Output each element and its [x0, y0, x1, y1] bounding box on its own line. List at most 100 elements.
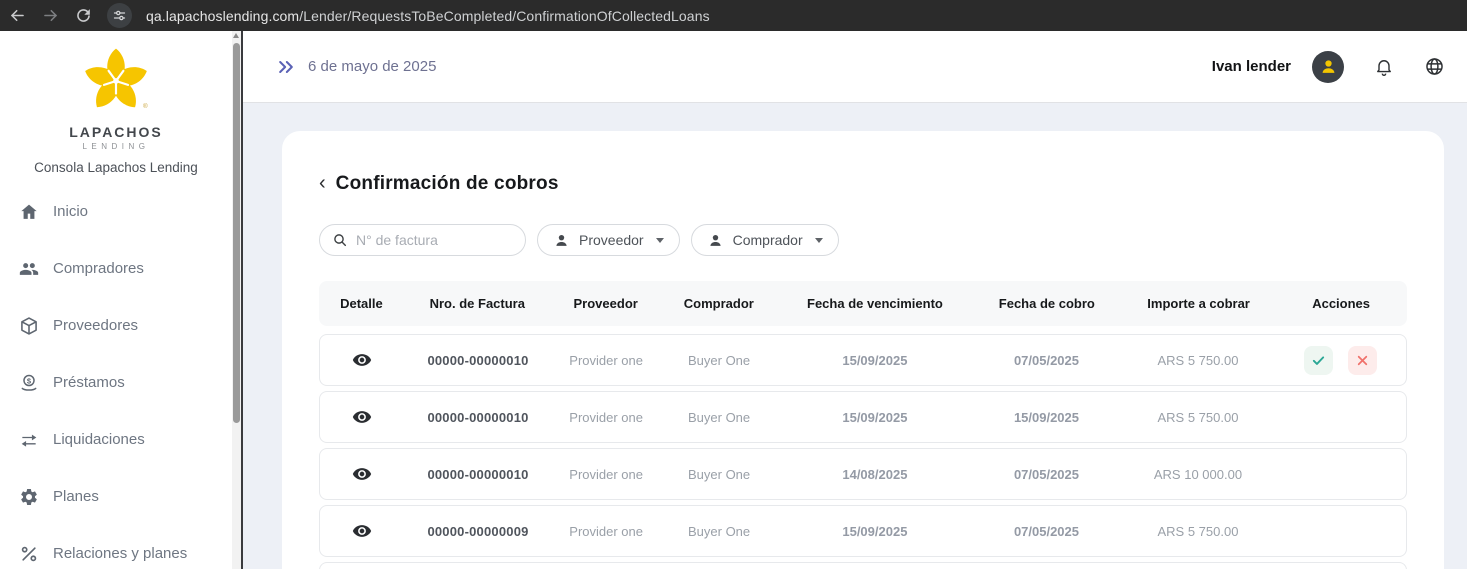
- row-actions: [1276, 346, 1405, 375]
- brand-logo: ® LAPACHOS LENDING: [0, 31, 232, 151]
- svg-text:$: $: [27, 376, 32, 385]
- page-content: ‹ Confirmación de cobros Proveedor: [243, 103, 1467, 569]
- buyer-name: Buyer One: [661, 410, 777, 425]
- provider-name: Provider one: [551, 410, 661, 425]
- view-detail-button[interactable]: [352, 521, 372, 541]
- notifications-button[interactable]: [1374, 57, 1394, 77]
- reload-icon[interactable]: [74, 6, 93, 25]
- chevron-down-icon: [656, 238, 664, 243]
- buyer-name: Buyer One: [661, 524, 777, 539]
- sidebar-scrollbar[interactable]: [232, 31, 241, 569]
- avatar-person-icon: [1319, 57, 1338, 76]
- sidebar-item-compradores[interactable]: Compradores: [0, 240, 232, 297]
- column-header: Nro. de Factura: [404, 296, 551, 311]
- approve-button[interactable]: [1304, 346, 1333, 375]
- eye-icon: [352, 464, 372, 484]
- collection-date: 07/05/2025: [973, 353, 1121, 368]
- view-detail-button[interactable]: [352, 350, 372, 370]
- back-icon[interactable]: [8, 6, 27, 25]
- close-icon: [1356, 354, 1369, 367]
- topbar: 6 de mayo de 2025 Ivan lender: [243, 31, 1467, 103]
- eye-icon: [352, 407, 372, 427]
- provider-name: Provider one: [551, 467, 661, 482]
- language-button[interactable]: [1424, 56, 1445, 77]
- date-selector[interactable]: 6 de mayo de 2025: [276, 57, 436, 77]
- forward-icon[interactable]: [41, 6, 60, 25]
- check-icon: [1311, 353, 1326, 368]
- due-date: 15/09/2025: [777, 353, 972, 368]
- provider-name: Provider one: [551, 353, 661, 368]
- brand-name: LAPACHOS: [0, 124, 232, 140]
- buyer-name: Buyer One: [661, 353, 777, 368]
- bell-icon: [1374, 57, 1394, 77]
- current-date: 6 de mayo de 2025: [308, 58, 436, 75]
- console-label: Consola Lapachos Lending: [0, 160, 232, 175]
- scrollbar-up-arrow[interactable]: [233, 33, 239, 38]
- amount: ARS 5 750.00: [1120, 410, 1275, 425]
- invoice-search[interactable]: [319, 224, 526, 256]
- invoice-number: 00000-00000010: [405, 353, 552, 368]
- sidebar-item-label: Compradores: [53, 260, 144, 277]
- column-header: Proveedor: [551, 296, 661, 311]
- table-row: 00000-00000010 Provider one Buyer One 14…: [319, 448, 1407, 500]
- sidebar-item-planes[interactable]: Planes: [0, 468, 232, 525]
- eye-icon: [352, 350, 372, 370]
- scrollbar-thumb[interactable]: [233, 43, 240, 423]
- site-settings-icon[interactable]: [107, 3, 132, 28]
- table-row: 00000-00000010 Provider one Buyer One 15…: [319, 334, 1407, 386]
- provider-name: Provider one: [551, 524, 661, 539]
- user-name: Ivan lender: [1212, 58, 1291, 75]
- providers-icon: [19, 316, 39, 336]
- table-header: Detalle Nro. de Factura Proveedor Compra…: [319, 281, 1407, 326]
- page-title: Confirmación de cobros: [336, 173, 559, 195]
- lapachos-flower-icon: ®: [79, 45, 153, 117]
- view-detail-button[interactable]: [352, 407, 372, 427]
- brand-subtitle: LENDING: [0, 142, 232, 151]
- home-icon: [19, 202, 39, 222]
- search-icon: [332, 232, 348, 248]
- table-row-partial: [319, 562, 1407, 569]
- double-chevron-icon[interactable]: [276, 57, 296, 77]
- sidebar-item-relaciones[interactable]: Relaciones y planes: [0, 525, 232, 569]
- table-body: 00000-00000010 Provider one Buyer One 15…: [319, 334, 1407, 557]
- plans-icon: [19, 487, 39, 507]
- person-icon: [707, 232, 724, 249]
- avatar[interactable]: [1312, 51, 1344, 83]
- column-header: Fecha de vencimiento: [777, 296, 973, 311]
- search-input[interactable]: [356, 232, 496, 248]
- chevron-down-icon: [815, 238, 823, 243]
- back-button[interactable]: ‹: [319, 173, 326, 195]
- table-row: 00000-00000010 Provider one Buyer One 15…: [319, 391, 1407, 443]
- column-header: Acciones: [1276, 296, 1405, 311]
- sidebar-item-inicio[interactable]: Inicio: [0, 183, 232, 240]
- sidebar-item-label: Planes: [53, 488, 99, 505]
- due-date: 14/08/2025: [777, 467, 972, 482]
- person-icon: [553, 232, 570, 249]
- url-path: /Lender/RequestsToBeCompleted/Confirmati…: [299, 8, 709, 24]
- amount: ARS 5 750.00: [1120, 353, 1275, 368]
- url-domain: qa.lapachoslending.com: [146, 8, 299, 24]
- buyer-filter-label: Comprador: [733, 232, 803, 248]
- provider-filter[interactable]: Proveedor: [537, 224, 680, 256]
- eye-icon: [352, 521, 372, 541]
- sidebar-item-label: Proveedores: [53, 317, 138, 334]
- buyer-name: Buyer One: [661, 467, 777, 482]
- sidebar-item-liquidaciones[interactable]: Liquidaciones: [0, 411, 232, 468]
- svg-text:®: ®: [143, 102, 148, 110]
- sidebar-item-label: Relaciones y planes: [53, 545, 187, 562]
- column-header: Comprador: [661, 296, 777, 311]
- sidebar-item-prestamos[interactable]: $ Préstamos: [0, 354, 232, 411]
- content-card: ‹ Confirmación de cobros Proveedor: [282, 131, 1444, 569]
- invoice-number: 00000-00000009: [405, 524, 552, 539]
- invoice-number: 00000-00000010: [405, 467, 552, 482]
- address-bar[interactable]: qa.lapachoslending.com/Lender/RequestsTo…: [146, 8, 710, 24]
- collection-date: 07/05/2025: [973, 467, 1121, 482]
- due-date: 15/09/2025: [777, 410, 972, 425]
- view-detail-button[interactable]: [352, 464, 372, 484]
- collection-date: 07/05/2025: [973, 524, 1121, 539]
- reject-button[interactable]: [1348, 346, 1377, 375]
- table-row: 00000-00000009 Provider one Buyer One 15…: [319, 505, 1407, 557]
- buyer-filter[interactable]: Comprador: [691, 224, 839, 256]
- sidebar-item-proveedores[interactable]: Proveedores: [0, 297, 232, 354]
- sidebar-item-label: Inicio: [53, 203, 88, 220]
